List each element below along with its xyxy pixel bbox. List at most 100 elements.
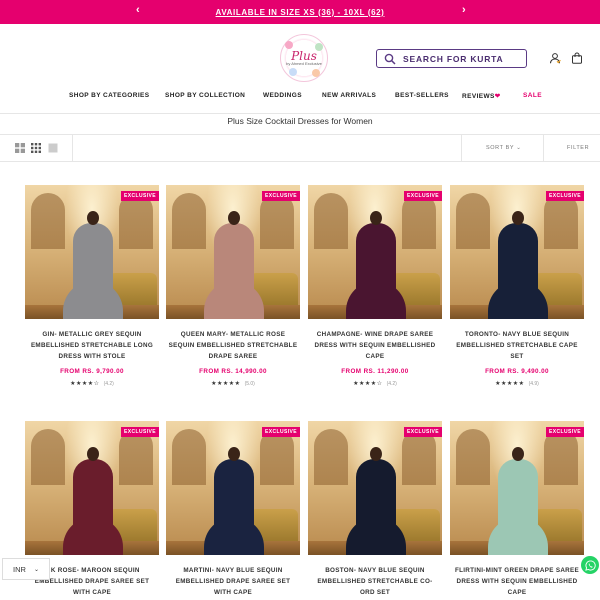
product-image[interactable]: EXCLUSIVE <box>166 185 300 319</box>
product-image[interactable]: EXCLUSIVE <box>308 185 442 319</box>
model-dress <box>214 223 254 319</box>
product-rating: ★★★★☆ (4.2) <box>25 380 159 387</box>
background-arch <box>402 193 436 249</box>
model-head <box>87 211 99 225</box>
background-arch <box>119 193 153 249</box>
grid-4-view-icon[interactable] <box>31 143 41 153</box>
whatsapp-chat-button[interactable] <box>581 556 599 574</box>
exclusive-badge: EXCLUSIVE <box>404 427 442 437</box>
product-price: FROM RS. 9,790.00 <box>60 368 124 375</box>
model-dress <box>73 223 113 319</box>
background-arch <box>544 193 578 249</box>
main-navigation: SHOP BY CATEGORIES SHOP BY COLLECTION WE… <box>0 92 600 106</box>
model-head <box>512 447 524 461</box>
product-name[interactable]: MARTINI- NAVY BLUE SEQUIN EMBELLISHED DR… <box>166 565 300 598</box>
nav-item-best-sellers[interactable]: BEST-SELLERS <box>395 92 449 99</box>
product-price: FROM RS. 11,290.00 <box>341 368 409 375</box>
announcement-prev-arrow[interactable]: ‹ <box>136 4 140 16</box>
product-price: FROM RS. 9,490.00 <box>485 368 549 375</box>
exclusive-badge: EXCLUSIVE <box>546 427 584 437</box>
model-dress <box>73 459 113 555</box>
rating-value: (4.9) <box>528 381 539 387</box>
star-rating-icon: ★★★★★ <box>495 381 525 387</box>
product-card[interactable]: EXCLUSIVE GIN- METALLIC GREY SEQUIN EMBEL… <box>25 185 159 387</box>
rating-value: (4.2) <box>103 381 114 387</box>
product-price: FROM RS. 14,990.00 <box>199 368 267 375</box>
search-placeholder: SEARCH FOR KURTA <box>403 53 504 64</box>
background-arch <box>31 193 65 249</box>
model-head <box>370 211 382 225</box>
exclusive-badge: EXCLUSIVE <box>404 191 442 201</box>
exclusive-badge: EXCLUSIVE <box>546 191 584 201</box>
currency-code: INR <box>13 564 26 574</box>
product-name[interactable]: QUEEN MARY- METALLIC ROSE SEQUIN EMBELLI… <box>166 329 300 362</box>
filter-button[interactable]: FILTER <box>567 145 589 151</box>
bag-icon[interactable] <box>571 52 583 64</box>
exclusive-badge: EXCLUSIVE <box>121 427 159 437</box>
nav-item-reviews-label: REVIEWS <box>462 93 495 100</box>
product-card[interactable]: EXCLUSIVE FLIRTINI-MINT GREEN DRAPE SAREE… <box>450 421 584 598</box>
search-box[interactable]: SEARCH FOR KURTA <box>376 49 527 68</box>
product-name[interactable]: CHAMPAGNE- WINE DRAPE SAREE DRESS WITH S… <box>308 329 442 362</box>
chevron-down-icon: ⌄ <box>33 566 39 573</box>
product-image[interactable]: EXCLUSIVE <box>450 421 584 555</box>
product-card[interactable]: EXCLUSIVE BOSTON- NAVY BLUE SEQUIN EMBELL… <box>308 421 442 598</box>
product-image[interactable]: EXCLUSIVE <box>25 185 159 319</box>
nav-item-weddings[interactable]: WEDDINGS <box>263 92 302 99</box>
nav-item-sale[interactable]: SALE <box>523 92 542 99</box>
list-view-icon[interactable] <box>48 143 58 153</box>
product-image[interactable]: EXCLUSIVE <box>308 421 442 555</box>
currency-selector[interactable]: INR ⌄ <box>2 558 50 580</box>
nav-item-shop-by-categories[interactable]: SHOP BY CATEGORIES <box>69 92 150 99</box>
model-head <box>87 447 99 461</box>
site-header: Plus by Ahmed Exclusive SEARCH FOR KURTA <box>0 24 600 88</box>
chevron-down-icon: ⌄ <box>516 145 522 151</box>
model-head <box>512 211 524 225</box>
nav-item-shop-by-collection[interactable]: SHOP BY COLLECTION <box>165 92 245 99</box>
background-arch <box>172 193 206 249</box>
product-card[interactable]: EXCLUSIVE TORONTO- NAVY BLUE SEQUIN EMBEL… <box>450 185 584 387</box>
nav-item-reviews[interactable]: REVIEWS❤ <box>462 92 501 100</box>
nav-item-new-arrivals[interactable]: NEW ARRIVALS <box>322 92 376 99</box>
star-rating-icon: ★★★★☆ <box>353 381 383 387</box>
background-arch <box>456 193 490 249</box>
model-dress <box>356 223 396 319</box>
product-card[interactable]: EXCLUSIVE CHAMPAGNE- WINE DRAPE SAREE DRE… <box>308 185 442 387</box>
model-dress <box>498 459 538 555</box>
logo-tagline: by Ahmed Exclusive <box>286 60 322 66</box>
background-arch <box>314 193 348 249</box>
grid-2-view-icon[interactable] <box>15 143 25 153</box>
model-dress <box>356 459 396 555</box>
product-name[interactable]: BOSTON- NAVY BLUE SEQUIN EMBELLISHED STR… <box>308 565 442 598</box>
logo-wordmark: Plus <box>291 48 317 63</box>
announcement-text[interactable]: AVAILABLE IN SIZE XS (36) - 10XL (62) <box>216 8 385 17</box>
product-image[interactable]: EXCLUSIVE <box>166 421 300 555</box>
model-dress <box>498 223 538 319</box>
announcement-bar: ‹ AVAILABLE IN SIZE XS (36) - 10XL (62) … <box>0 0 600 24</box>
rating-value: (5.0) <box>244 381 255 387</box>
background-arch <box>314 429 348 485</box>
collection-title: Plus Size Cocktail Dresses for Women <box>227 116 373 126</box>
product-image[interactable]: EXCLUSIVE <box>25 421 159 555</box>
product-rating: ★★★★★ (5.0) <box>166 380 300 387</box>
toolbar-divider-bottom <box>0 161 600 162</box>
product-card[interactable]: EXCLUSIVE MARTINI- NAVY BLUE SEQUIN EMBEL… <box>166 421 300 598</box>
announcement-next-arrow[interactable]: › <box>462 4 466 16</box>
model-dress <box>214 459 254 555</box>
product-name[interactable]: GIN- METALLIC GREY SEQUIN EMBELLISHED ST… <box>25 329 159 362</box>
product-image[interactable]: EXCLUSIVE <box>450 185 584 319</box>
star-rating-icon: ★★★★☆ <box>70 381 100 387</box>
header-divider <box>0 113 600 114</box>
sort-by-button[interactable]: SORT BY ⌄ <box>486 145 521 151</box>
product-name[interactable]: TORONTO- NAVY BLUE SEQUIN EMBELLISHED ST… <box>450 329 584 362</box>
user-icon[interactable] <box>549 52 561 64</box>
exclusive-badge: EXCLUSIVE <box>121 191 159 201</box>
brand-logo[interactable]: Plus by Ahmed Exclusive <box>280 34 328 82</box>
product-name[interactable]: FLIRTINI-MINT GREEN DRAPE SAREE DRESS WI… <box>450 565 584 598</box>
model-head <box>370 447 382 461</box>
background-arch <box>172 429 206 485</box>
search-icon <box>384 53 396 65</box>
exclusive-badge: EXCLUSIVE <box>262 427 300 437</box>
product-card[interactable]: EXCLUSIVE QUEEN MARY- METALLIC ROSE SEQUI… <box>166 185 300 387</box>
logo-flower-decoration <box>312 69 320 77</box>
